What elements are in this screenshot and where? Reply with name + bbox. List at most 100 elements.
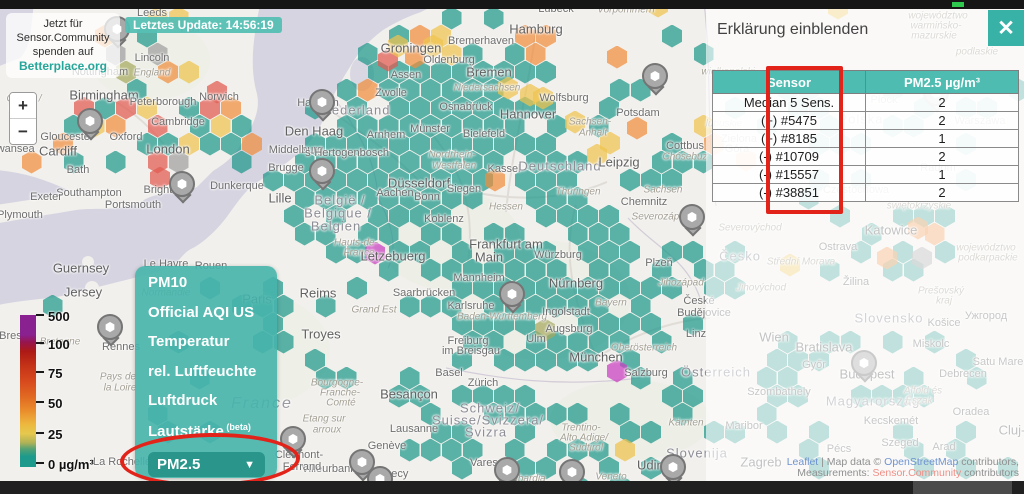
map-label: Salzburg bbox=[624, 367, 667, 379]
sensor-cluster-pin[interactable]: ⬢ bbox=[97, 314, 123, 352]
red-annotation-rect bbox=[766, 66, 843, 214]
map-label: Nürnberg bbox=[549, 276, 603, 291]
map-label: Lincoln bbox=[135, 52, 170, 64]
map-label: Guernsey bbox=[53, 261, 109, 276]
map-label: Leipzig bbox=[598, 155, 639, 170]
menu-item-official-aqi-us[interactable]: Official AQI US bbox=[148, 304, 265, 321]
map-label: Main bbox=[475, 250, 503, 265]
panel-title[interactable]: Erklärung einblenden bbox=[717, 21, 868, 39]
donation-line: spenden auf bbox=[8, 45, 118, 59]
hexagon-icon: ⬢ bbox=[97, 314, 123, 340]
progress-indicator bbox=[952, 2, 964, 7]
map-label: Hamburg bbox=[509, 22, 562, 37]
hexagon-icon: ⬢ bbox=[77, 108, 103, 134]
table-cell: 2 bbox=[866, 94, 1019, 112]
attribution-text: Measurements: bbox=[797, 467, 872, 479]
map-label: Thüringen bbox=[555, 187, 600, 198]
sensor-cluster-pin[interactable]: ⬢ bbox=[309, 89, 335, 127]
donation-box: Jetzt fürSensor.Communityspenden auf Bet… bbox=[6, 13, 120, 78]
map-label: Hannover bbox=[500, 107, 556, 122]
zoom-control: + − bbox=[9, 92, 37, 145]
map-label: Kassel bbox=[487, 163, 520, 175]
table-row: (-) #107092 bbox=[713, 148, 1019, 166]
map-label: la Loire bbox=[104, 383, 137, 394]
donation-text: Jetzt fürSensor.Communityspenden auf bbox=[8, 17, 118, 59]
sensor-cluster-pin[interactable]: ⬢ bbox=[499, 281, 525, 319]
map-label: Bath bbox=[67, 164, 90, 176]
sensor-cluster-pin[interactable]: ⬢ bbox=[642, 63, 668, 101]
map-label: Bremen bbox=[466, 65, 512, 80]
menu-item-temperatur[interactable]: Temperatur bbox=[148, 333, 265, 350]
map-label: London bbox=[146, 142, 189, 157]
table-row: (+) #81851 bbox=[713, 130, 1019, 148]
map-label: Svizra bbox=[465, 425, 507, 440]
map-label: Hessen bbox=[489, 202, 523, 213]
map-label: Etang sur bbox=[303, 414, 346, 425]
map-label: Bielefeld bbox=[463, 128, 505, 140]
map-label: Westfalen bbox=[432, 161, 476, 172]
map-label: Zürich bbox=[468, 377, 499, 389]
map-label: Aachen bbox=[376, 187, 413, 199]
menu-item-rel-luftfeuchte[interactable]: rel. Luftfeuchte bbox=[148, 363, 265, 380]
map-label: Deutschland bbox=[518, 159, 601, 174]
sensor-cluster-pin[interactable]: ⬢ bbox=[169, 171, 195, 209]
map-label: Saarbrücken bbox=[393, 287, 455, 299]
table-row: (+) #54752 bbox=[713, 112, 1019, 130]
bottom-chrome-bar bbox=[0, 481, 1024, 494]
layer-menu-items: PM10 Official AQI US Temperatur rel. Luftfe… bbox=[148, 274, 265, 440]
map-label: Karlsruhe bbox=[447, 300, 494, 312]
map-label: Zwolle bbox=[375, 87, 407, 99]
taskbar-segment bbox=[913, 481, 1012, 494]
map-label: Cottbus bbox=[666, 140, 704, 152]
table-header: PM2.5 µg/m³ bbox=[866, 71, 1019, 94]
table-row: Median 5 Sens.2 bbox=[713, 94, 1019, 112]
map-label: Norwich bbox=[199, 91, 239, 103]
map-label: Niedersachsen bbox=[454, 83, 521, 94]
menu-item-luftdruck[interactable]: Luftdruck bbox=[148, 392, 265, 409]
sensor-community-link[interactable]: Sensor.Community bbox=[873, 467, 962, 479]
map-label: Arnhem bbox=[367, 129, 406, 141]
map-label: Comté bbox=[326, 398, 355, 409]
table-cell: 2 bbox=[866, 184, 1019, 202]
app-window: LeedsHullLincolnNottinghamEnglandBirming… bbox=[0, 0, 1024, 494]
sensor-table-body: Median 5 Sens.2(+) #54752(+) #81851(-) #… bbox=[713, 94, 1019, 202]
map-label: Münster bbox=[410, 123, 450, 135]
donation-line: Jetzt für bbox=[8, 17, 118, 31]
map-label: Anhalt bbox=[579, 128, 607, 139]
map-label: Pays de bbox=[100, 372, 136, 383]
map-label: Koblenz bbox=[424, 213, 464, 225]
donation-line: Sensor.Community bbox=[8, 31, 118, 45]
sensor-cluster-pin[interactable]: ⬢ bbox=[309, 158, 335, 196]
legend-gradient-bar bbox=[20, 315, 36, 467]
map-label: Lille bbox=[268, 191, 291, 206]
map-label: Oberösterreich bbox=[611, 343, 677, 354]
zoom-out-button[interactable]: − bbox=[10, 119, 36, 144]
map-label: Reims bbox=[300, 286, 337, 301]
map-label: Potsdam bbox=[616, 107, 659, 119]
beta-suffix: (beta) bbox=[224, 422, 251, 432]
map-label: Jihozápad bbox=[658, 278, 704, 289]
map-label: Südtirol bbox=[569, 443, 603, 454]
hexagon-icon: ⬢ bbox=[169, 171, 195, 197]
map-label: Bonn bbox=[414, 191, 440, 203]
map-label: Wolfsburg bbox=[539, 92, 588, 104]
map-label: Bremerhaven bbox=[448, 35, 514, 47]
map-label: Grand Est bbox=[351, 305, 396, 316]
top-chrome-bar bbox=[0, 0, 1024, 9]
map-label: Linz bbox=[686, 328, 706, 340]
menu-item-pm10[interactable]: PM10 bbox=[148, 274, 265, 291]
sensor-cluster-pin[interactable]: ⬢ bbox=[77, 108, 103, 146]
map-label: Kärnten bbox=[668, 418, 703, 429]
map-label: Plymouth bbox=[0, 209, 43, 221]
map-label: Dunkerque bbox=[210, 180, 264, 192]
sensor-cluster-pin[interactable]: ⬢ bbox=[679, 204, 705, 242]
betterplace-link[interactable]: Betterplace.org bbox=[19, 59, 107, 73]
map-label: Assen bbox=[391, 69, 422, 81]
map-label: Ulm bbox=[526, 333, 546, 345]
zoom-in-button[interactable]: + bbox=[10, 93, 36, 119]
last-update-badge: Letztes Update: 14:56:19 bbox=[125, 17, 282, 33]
map-label: Jersey bbox=[64, 285, 102, 300]
table-row: (-) #388512 bbox=[713, 184, 1019, 202]
close-icon[interactable]: ✕ bbox=[988, 10, 1024, 46]
map-label: Cambridge bbox=[151, 116, 205, 128]
